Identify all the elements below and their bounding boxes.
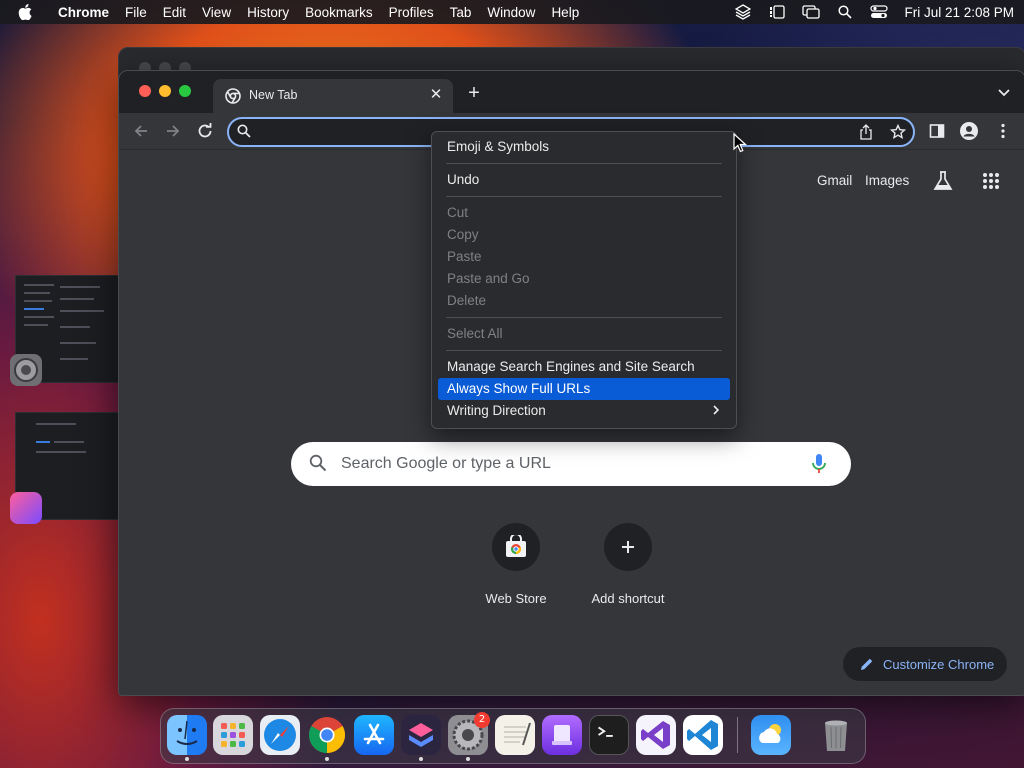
menu-item-select-all: Select All	[447, 326, 503, 341]
menu-item-always-show-full-urls[interactable]: Always Show Full URLs	[438, 378, 730, 400]
tab-title: New Tab	[249, 88, 298, 102]
google-apps-grid-icon[interactable]	[979, 169, 1003, 193]
tab-search-chevron-icon[interactable]	[995, 83, 1013, 101]
customize-chrome-label: Customize Chrome	[883, 656, 995, 672]
add-shortcut-button[interactable]: Add shortcut	[578, 523, 678, 606]
menu-item-manage-search-engines[interactable]: Manage Search Engines and Site Search	[438, 356, 730, 378]
ntp-search-placeholder: Search Google or type a URL	[341, 455, 551, 472]
omnibox-search-icon	[237, 124, 253, 140]
menu-edit[interactable]: Edit	[163, 5, 186, 20]
share-icon[interactable]	[857, 123, 875, 141]
apple-menu-icon[interactable]	[18, 4, 38, 20]
system-settings-thumbnail-icon	[10, 354, 42, 386]
menu-bar: Chrome File Edit View History Bookmarks …	[0, 0, 1024, 24]
customize-chrome-button[interactable]: Customize Chrome	[843, 647, 1007, 681]
menu-tab[interactable]: Tab	[450, 5, 472, 20]
chrome-menu-kebab-icon[interactable]	[993, 121, 1013, 141]
shortcut-web-store-label: Web Store	[485, 591, 547, 606]
zoom-window-button[interactable]	[179, 85, 191, 97]
menu-window[interactable]: Window	[487, 5, 535, 20]
chrome-favicon-icon	[225, 88, 241, 104]
gmail-link[interactable]: Gmail	[817, 173, 852, 188]
settings-notification-badge: 2	[474, 712, 490, 728]
close-tab-icon[interactable]: ✕	[427, 86, 445, 104]
voice-search-mic-icon[interactable]	[811, 453, 831, 475]
images-link[interactable]: Images	[865, 173, 909, 188]
menu-profiles[interactable]: Profiles	[389, 5, 434, 20]
tab-new-tab[interactable]: New Tab ✕	[213, 79, 453, 113]
spotlight-search-icon[interactable]	[836, 4, 854, 20]
forward-button[interactable]	[163, 121, 183, 141]
menu-item-writing-direction-label: Writing Direction	[447, 403, 546, 418]
menu-item-paste: Paste	[447, 249, 482, 264]
trash-icon[interactable]	[816, 715, 856, 755]
shortcuts-icon[interactable]	[401, 715, 441, 755]
app-store-icon[interactable]	[354, 715, 394, 755]
pencil-icon	[859, 656, 875, 672]
control-center-icon[interactable]	[870, 4, 889, 20]
reload-button[interactable]	[195, 121, 215, 141]
menu-file[interactable]: File	[125, 5, 147, 20]
terminal-icon[interactable]	[589, 715, 629, 755]
submenu-chevron-right-icon	[712, 400, 720, 422]
apple-configurator-icon[interactable]	[542, 715, 582, 755]
shortcuts-thumbnail-icon	[10, 492, 42, 524]
vscode-icon[interactable]	[683, 715, 723, 755]
menu-separator	[446, 317, 722, 318]
safari-icon[interactable]	[260, 715, 300, 755]
address-bar-context-menu: Emoji & Symbols Undo Cut Copy Paste Past…	[431, 131, 737, 429]
menu-item-undo[interactable]: Undo	[438, 169, 730, 191]
visual-studio-icon[interactable]	[636, 715, 676, 755]
menu-item-copy: Copy	[447, 227, 479, 242]
side-panel-icon[interactable]	[927, 121, 947, 141]
menu-item-paste-and-go: Paste and Go	[447, 271, 530, 286]
menu-help[interactable]: Help	[551, 5, 579, 20]
menu-bookmarks[interactable]: Bookmarks	[305, 5, 373, 20]
shortcut-web-store[interactable]: Web Store	[466, 523, 566, 606]
dock-separator	[737, 717, 738, 753]
labs-flask-icon[interactable]	[931, 169, 955, 193]
new-tab-button[interactable]: +	[463, 82, 485, 104]
menu-item-writing-direction[interactable]: Writing Direction	[438, 400, 730, 422]
menu-view[interactable]: View	[202, 5, 231, 20]
profile-avatar-icon[interactable]	[959, 121, 979, 141]
screen-mirroring-icon[interactable]	[802, 4, 821, 20]
bookmark-star-icon[interactable]	[889, 123, 907, 141]
menu-separator	[446, 196, 722, 197]
add-shortcut-label: Add shortcut	[591, 591, 665, 606]
finder-icon[interactable]	[167, 715, 207, 755]
textedit-icon[interactable]	[495, 715, 535, 755]
menu-app-chrome[interactable]: Chrome	[58, 5, 109, 20]
dock: 2	[160, 708, 866, 764]
ntp-search-icon	[309, 454, 329, 474]
menu-item-cut: Cut	[447, 205, 469, 220]
chrome-icon[interactable]	[307, 715, 347, 755]
menu-item-delete: Delete	[447, 293, 487, 308]
launchpad-icon[interactable]	[213, 715, 253, 755]
menubar-clock[interactable]: Fri Jul 21 2:08 PM	[904, 5, 1014, 20]
add-plus-icon	[604, 523, 652, 571]
web-store-icon	[492, 523, 540, 571]
layers-status-icon[interactable]	[734, 4, 752, 20]
ntp-search-box[interactable]: Search Google or type a URL	[291, 442, 851, 486]
mouse-pointer-icon	[733, 132, 748, 153]
stage-manager-icon[interactable]	[768, 4, 786, 20]
menu-history[interactable]: History	[247, 5, 289, 20]
close-window-button[interactable]	[139, 85, 151, 97]
menu-item-emoji-symbols[interactable]: Emoji & Symbols	[438, 136, 730, 158]
back-button[interactable]	[131, 121, 151, 141]
minimize-window-button[interactable]	[159, 85, 171, 97]
tab-strip: New Tab ✕ +	[119, 71, 1024, 113]
menu-separator	[446, 163, 722, 164]
weather-icon[interactable]	[751, 715, 791, 755]
menu-separator	[446, 350, 722, 351]
